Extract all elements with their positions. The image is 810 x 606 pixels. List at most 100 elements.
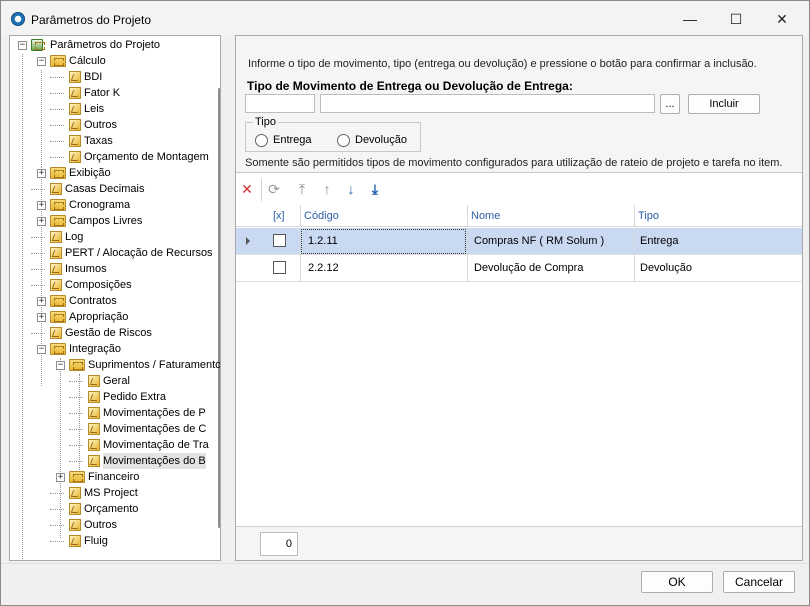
- folder-icon: [50, 55, 66, 67]
- tree-item[interactable]: + Contratos: [10, 293, 210, 309]
- collapse-icon[interactable]: −: [37, 57, 46, 66]
- cancel-button[interactable]: Cancelar: [723, 571, 795, 593]
- browse-button[interactable]: ...: [660, 94, 680, 114]
- tree-item[interactable]: − Parâmetros do Projeto: [10, 37, 210, 53]
- tree-item-label: Orçamento: [84, 503, 139, 515]
- doc-icon: [69, 535, 81, 547]
- tree-item[interactable]: + Financeiro: [10, 469, 210, 485]
- delete-icon[interactable]: ✕: [240, 182, 254, 196]
- tree-item[interactable]: Pedido Extra: [10, 389, 210, 405]
- tree-item[interactable]: Taxas: [10, 133, 210, 149]
- ok-button[interactable]: OK: [641, 571, 713, 593]
- tree-item[interactable]: Geral: [10, 373, 210, 389]
- radio-return-label[interactable]: Devolução: [355, 134, 407, 146]
- expand-icon[interactable]: +: [56, 473, 65, 482]
- tree-item-label: Pedido Extra: [103, 391, 166, 403]
- cell-type[interactable]: Entrega: [640, 235, 679, 247]
- tree-item[interactable]: Log: [10, 229, 210, 245]
- info-text: Informe o tipo de movimento, tipo (entre…: [248, 58, 757, 70]
- move-down-icon[interactable]: ↓: [344, 182, 358, 196]
- row-checkbox[interactable]: [273, 234, 286, 247]
- tree-item[interactable]: Orçamento: [10, 501, 210, 517]
- collapse-icon[interactable]: −: [37, 345, 46, 354]
- doc-icon: [88, 375, 100, 387]
- doc-icon: [69, 71, 81, 83]
- tree-item-label: Insumos: [65, 263, 107, 275]
- tree-item[interactable]: Casas Decimais: [10, 181, 210, 197]
- tree-item[interactable]: − Integração: [10, 341, 210, 357]
- collapse-icon[interactable]: −: [56, 361, 65, 370]
- collapse-icon[interactable]: −: [18, 41, 27, 50]
- tree-item[interactable]: Gestão de Riscos: [10, 325, 210, 341]
- tree-item[interactable]: MS Project: [10, 485, 210, 501]
- cell-name[interactable]: Compras NF ( RM Solum ): [474, 235, 604, 247]
- minimize-button[interactable]: —: [667, 5, 713, 33]
- tree-item[interactable]: Outros: [10, 517, 210, 533]
- tree-item[interactable]: BDI: [10, 69, 210, 85]
- cell-name[interactable]: Devolução de Compra: [474, 262, 583, 274]
- movement-code-input[interactable]: [245, 94, 315, 113]
- maximize-button[interactable]: ☐: [713, 5, 759, 33]
- add-button[interactable]: Incluir: [688, 94, 760, 114]
- refresh-icon[interactable]: ⟳: [267, 182, 281, 196]
- header-check[interactable]: [x]: [273, 210, 285, 222]
- tree-item-label: Outros: [84, 119, 118, 131]
- tree-item[interactable]: + Apropriação: [10, 309, 210, 325]
- tree-item[interactable]: Fator K: [10, 85, 210, 101]
- tree-connector: [69, 413, 83, 414]
- expand-icon[interactable]: +: [37, 313, 46, 322]
- row-checkbox[interactable]: [273, 261, 286, 274]
- radio-return[interactable]: [337, 134, 350, 147]
- move-up-icon[interactable]: ↑: [320, 182, 334, 196]
- tree-item[interactable]: Movimentações do B: [10, 453, 210, 469]
- table-row[interactable]: 2.2.12 Devolução de Compra Devolução: [236, 255, 802, 282]
- tree-item[interactable]: Fluig: [10, 533, 210, 549]
- tree-item-label: Leis: [84, 103, 105, 115]
- tree-item[interactable]: Orçamento de Montagem: [10, 149, 210, 165]
- movement-name-input[interactable]: [320, 94, 655, 113]
- tree-item[interactable]: − Cálculo: [10, 53, 210, 69]
- tree-item-label: Exibição: [69, 167, 111, 179]
- table-row[interactable]: 1.2.11 Compras NF ( RM Solum ) Entrega: [236, 228, 802, 255]
- tree-item-label: Apropriação: [69, 311, 129, 323]
- tree-item-label: Orçamento de Montagem: [84, 151, 209, 163]
- tree-item[interactable]: Leis: [10, 101, 210, 117]
- tree-item[interactable]: + Campos Livres: [10, 213, 210, 229]
- tree-item[interactable]: Movimentação de Tra: [10, 437, 210, 453]
- expand-icon[interactable]: +: [37, 217, 46, 226]
- move-bottom-icon[interactable]: ⤓: [368, 182, 382, 196]
- radio-delivery-label[interactable]: Entrega: [273, 134, 312, 146]
- tree-item[interactable]: PERT / Alocação de Recursos: [10, 245, 213, 261]
- radio-delivery[interactable]: [255, 134, 268, 147]
- tree-connector: [31, 333, 45, 334]
- header-code[interactable]: Código: [304, 210, 339, 222]
- tree-item[interactable]: + Cronograma: [10, 197, 210, 213]
- cell-code[interactable]: 2.2.12: [308, 262, 339, 274]
- close-button[interactable]: ✕: [759, 5, 805, 33]
- tree-item[interactable]: Composições: [10, 277, 210, 293]
- tree-vertical-scrollbar[interactable]: [218, 88, 220, 528]
- column-separator: [467, 255, 468, 282]
- tree-item[interactable]: Movimentações de C: [10, 421, 210, 437]
- tree-item[interactable]: + Exibição: [10, 165, 210, 181]
- tree-item-label: Campos Livres: [69, 215, 143, 227]
- grid-footer: 0: [236, 526, 802, 560]
- column-separator: [634, 228, 635, 255]
- tree-connector: [31, 269, 45, 270]
- cell-code[interactable]: 1.2.11: [308, 235, 338, 247]
- folder-icon: [50, 199, 66, 211]
- tree-item[interactable]: − Suprimentos / Faturamento: [10, 357, 220, 373]
- tree-item[interactable]: Movimentações de P: [10, 405, 210, 421]
- header-type[interactable]: Tipo: [638, 210, 659, 222]
- expand-icon[interactable]: +: [37, 201, 46, 210]
- tree-item[interactable]: Insumos: [10, 261, 210, 277]
- expand-icon[interactable]: +: [37, 169, 46, 178]
- header-name[interactable]: Nome: [471, 210, 500, 222]
- cell-type[interactable]: Devolução: [640, 262, 692, 274]
- tree-item[interactable]: Outros: [10, 117, 210, 133]
- expand-icon[interactable]: +: [37, 297, 46, 306]
- window-title: Parâmetros do Projeto: [31, 13, 152, 27]
- tree-connector: [31, 189, 45, 190]
- move-top-icon[interactable]: ⤒: [295, 182, 309, 196]
- settings-tree[interactable]: − Parâmetros do Projeto − Cálculo BDI Fator K…: [9, 35, 221, 561]
